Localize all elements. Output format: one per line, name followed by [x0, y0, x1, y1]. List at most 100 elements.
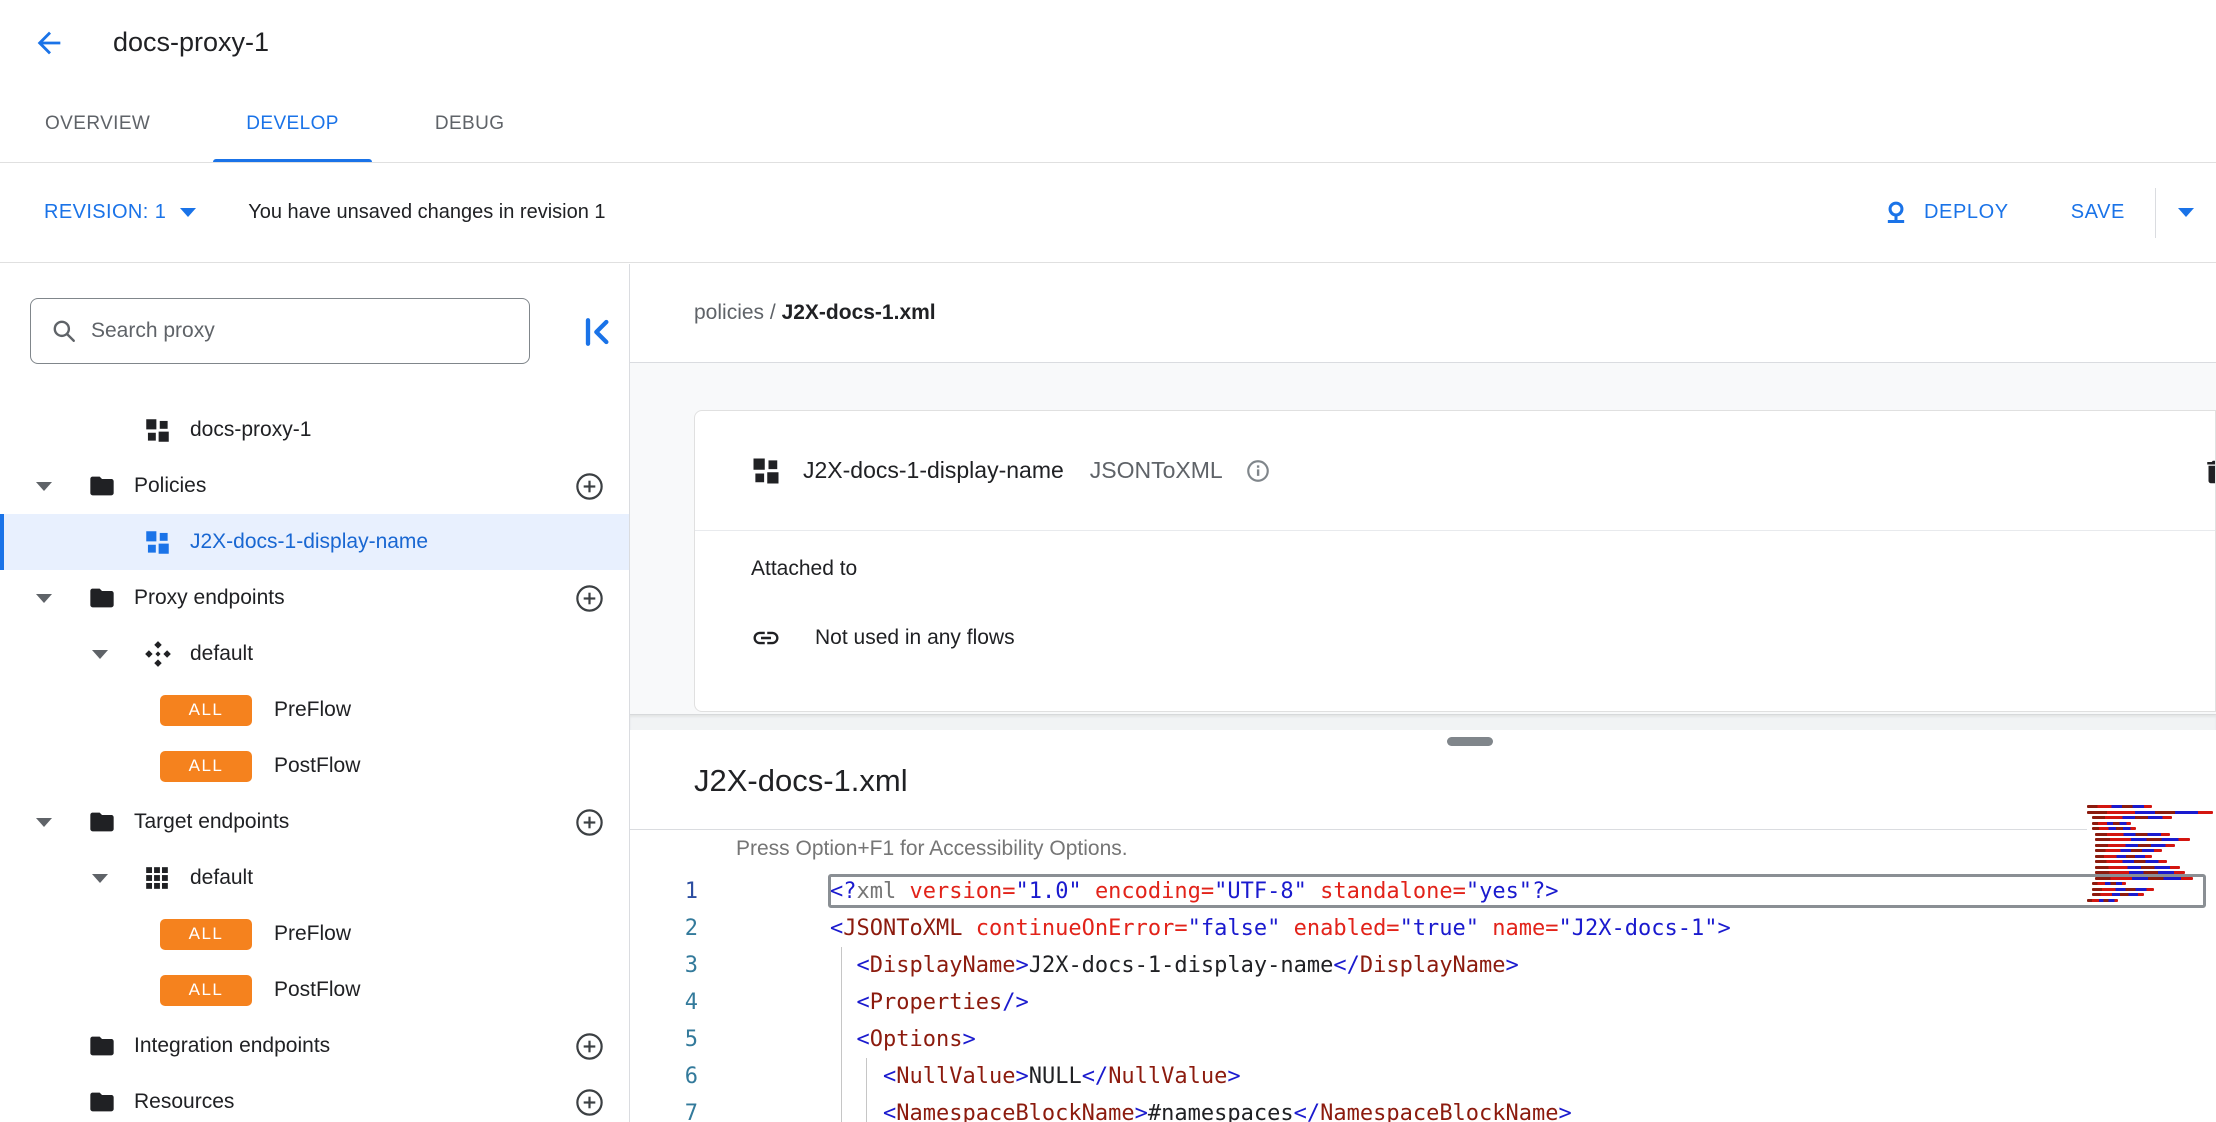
tree-row-label: PreFlow	[274, 922, 351, 946]
search-row	[0, 298, 629, 364]
tree-row-policies[interactable]: Policies	[0, 458, 629, 514]
expand-caret-icon[interactable]	[92, 650, 144, 659]
tree-row-label: Target endpoints	[134, 810, 289, 834]
folder-icon	[88, 1088, 118, 1116]
minimap-line	[2092, 816, 2172, 819]
endpoint-diamond-icon	[144, 640, 174, 668]
line-number: 6	[630, 1064, 698, 1089]
proxy-tree-sidebar: docs-proxy-1 Policies J2X-docs-1-display-n…	[0, 264, 630, 1122]
line-number: 1	[630, 879, 698, 904]
tree-row-target-endpoints[interactable]: Target endpoints	[0, 794, 629, 850]
tab-overview[interactable]: OVERVIEW	[12, 84, 183, 163]
save-options-button[interactable]	[2156, 208, 2216, 217]
add-target-endpoints-icon[interactable]	[574, 807, 605, 838]
minimap-line	[2092, 822, 2131, 825]
code-line-text: <DisplayName>J2X-docs-1-display-name</Di…	[830, 953, 1519, 978]
code-line-7[interactable]: 7 <NamespaceBlockName>#namespaces</Names…	[630, 1095, 2216, 1122]
tree-row-proxy-preflow[interactable]: ALLPreFlow	[0, 682, 629, 738]
tree-row-policy-j2x[interactable]: J2X-docs-1-display-name	[0, 514, 629, 570]
attachment-status: Not used in any flows	[815, 626, 1015, 650]
revision-label: REVISION: 1	[44, 201, 166, 224]
code-line-text: <Properties/>	[830, 990, 1029, 1015]
breadcrumb: policies / J2X-docs-1.xml	[630, 264, 2216, 363]
minimap-line	[2087, 805, 2152, 808]
page-header: docs-proxy-1	[0, 0, 2216, 84]
delete-policy-icon[interactable]	[2201, 457, 2216, 492]
editor-main: policies / J2X-docs-1.xml J2X-docs-1-dis…	[630, 264, 2216, 1122]
code-line-4[interactable]: 4 <Properties/>	[630, 984, 2216, 1021]
search-box	[30, 298, 530, 364]
code-editor[interactable]: 1<?xml version="1.0" encoding="UTF-8" st…	[630, 873, 2216, 1122]
flow-condition-badge: ALL	[160, 751, 252, 782]
tab-debug[interactable]: DEBUG	[402, 84, 538, 163]
tree-row-proxy-endpoint-default[interactable]: default	[0, 626, 629, 682]
add-proxy-endpoints-icon[interactable]	[574, 583, 605, 614]
folder-icon	[88, 472, 118, 500]
code-line-5[interactable]: 5 <Options>	[630, 1021, 2216, 1058]
page-title: docs-proxy-1	[113, 27, 269, 58]
editor-divider	[630, 829, 2216, 830]
breadcrumb-section[interactable]: policies	[694, 301, 764, 325]
expand-caret-icon[interactable]	[36, 594, 88, 603]
tree-row-label: PreFlow	[274, 698, 351, 722]
folder-icon	[88, 1032, 118, 1060]
code-line-6[interactable]: 6 <NullValue>NULL</NullValue>	[630, 1058, 2216, 1095]
expand-caret-icon[interactable]	[36, 818, 88, 827]
policy-icon	[751, 456, 781, 486]
tree-row-integration-endpoints[interactable]: Integration endpoints	[0, 1018, 629, 1074]
link-icon	[751, 623, 781, 653]
save-button[interactable]: SAVE	[2071, 201, 2125, 224]
tree-row-label: default	[190, 866, 253, 890]
deploy-button[interactable]: DEPLOY	[1882, 199, 2009, 227]
add-integration-endpoints-icon[interactable]	[574, 1031, 605, 1062]
search-input[interactable]	[91, 319, 529, 343]
proxy-grid-icon	[144, 417, 174, 444]
tree-row-label: Integration endpoints	[134, 1034, 330, 1058]
expand-caret-icon[interactable]	[92, 874, 144, 883]
drag-handle[interactable]	[1447, 737, 1493, 746]
code-editor-panel: J2X-docs-1.xml Press Option+F1 for Acces…	[630, 730, 2216, 1122]
info-icon[interactable]	[1245, 458, 1271, 484]
tree-row-proxy-root[interactable]: docs-proxy-1	[0, 402, 629, 458]
revision-selector[interactable]: REVISION: 1	[44, 201, 196, 224]
line-number: 7	[630, 1101, 698, 1122]
tree-row-resources[interactable]: Resources	[0, 1074, 629, 1122]
add-resources-icon[interactable]	[574, 1087, 605, 1118]
breadcrumb-file: J2X-docs-1.xml	[782, 301, 936, 325]
tree-row-label: Resources	[134, 1090, 234, 1114]
minimap-line	[2095, 844, 2175, 847]
flow-condition-badge: ALL	[160, 919, 252, 950]
policy-type: JSONToXML	[1090, 457, 1223, 484]
add-policies-icon[interactable]	[574, 471, 605, 502]
code-line-1[interactable]: 1<?xml version="1.0" encoding="UTF-8" st…	[630, 873, 2216, 910]
collapse-panel-icon[interactable]	[578, 312, 618, 352]
tree-row-proxy-endpoints[interactable]: Proxy endpoints	[0, 570, 629, 626]
unsaved-changes-message: You have unsaved changes in revision 1	[248, 201, 605, 224]
tree-row-label: default	[190, 642, 253, 666]
policy-card: J2X-docs-1-display-name JSONToXML	[694, 410, 2216, 712]
line-number: 5	[630, 1027, 698, 1052]
revision-bar: REVISION: 1 You have unsaved changes in …	[0, 163, 2216, 263]
policy-detail-zone: J2X-docs-1-display-name JSONToXML	[630, 363, 2216, 714]
expand-caret-icon[interactable]	[36, 482, 88, 491]
chevron-down-icon	[2178, 208, 2194, 217]
tree-row-target-preflow[interactable]: ALL PreFlow	[0, 906, 629, 962]
code-line-3[interactable]: 3 <DisplayName>J2X-docs-1-display-name</…	[630, 947, 2216, 984]
policy-name: J2X-docs-1-display-name	[803, 457, 1064, 484]
save-label: SAVE	[2071, 201, 2125, 224]
tree-row-label: docs-proxy-1	[190, 418, 311, 442]
code-line-2[interactable]: 2<JSONToXML continueOnError="false" enab…	[630, 910, 2216, 947]
breadcrumb-separator: /	[764, 301, 782, 325]
flow-condition-badge: ALL	[160, 975, 252, 1006]
tree-row-label: Policies	[134, 474, 206, 498]
back-arrow-icon[interactable]	[32, 26, 66, 60]
tree-row-target-postflow[interactable]: ALLPostFlow	[0, 962, 629, 1018]
minimap-line	[2087, 811, 2213, 814]
tree-row-target-endpoint-default[interactable]: default	[0, 850, 629, 906]
active-line-outline	[828, 874, 2206, 908]
tab-develop[interactable]: DEVELOP	[213, 84, 372, 163]
minimap-line	[2095, 866, 2180, 869]
panel-splitter[interactable]	[630, 714, 2216, 730]
deploy-icon	[1882, 199, 1910, 227]
tree-row-proxy-postflow[interactable]: ALLPostFlow	[0, 738, 629, 794]
